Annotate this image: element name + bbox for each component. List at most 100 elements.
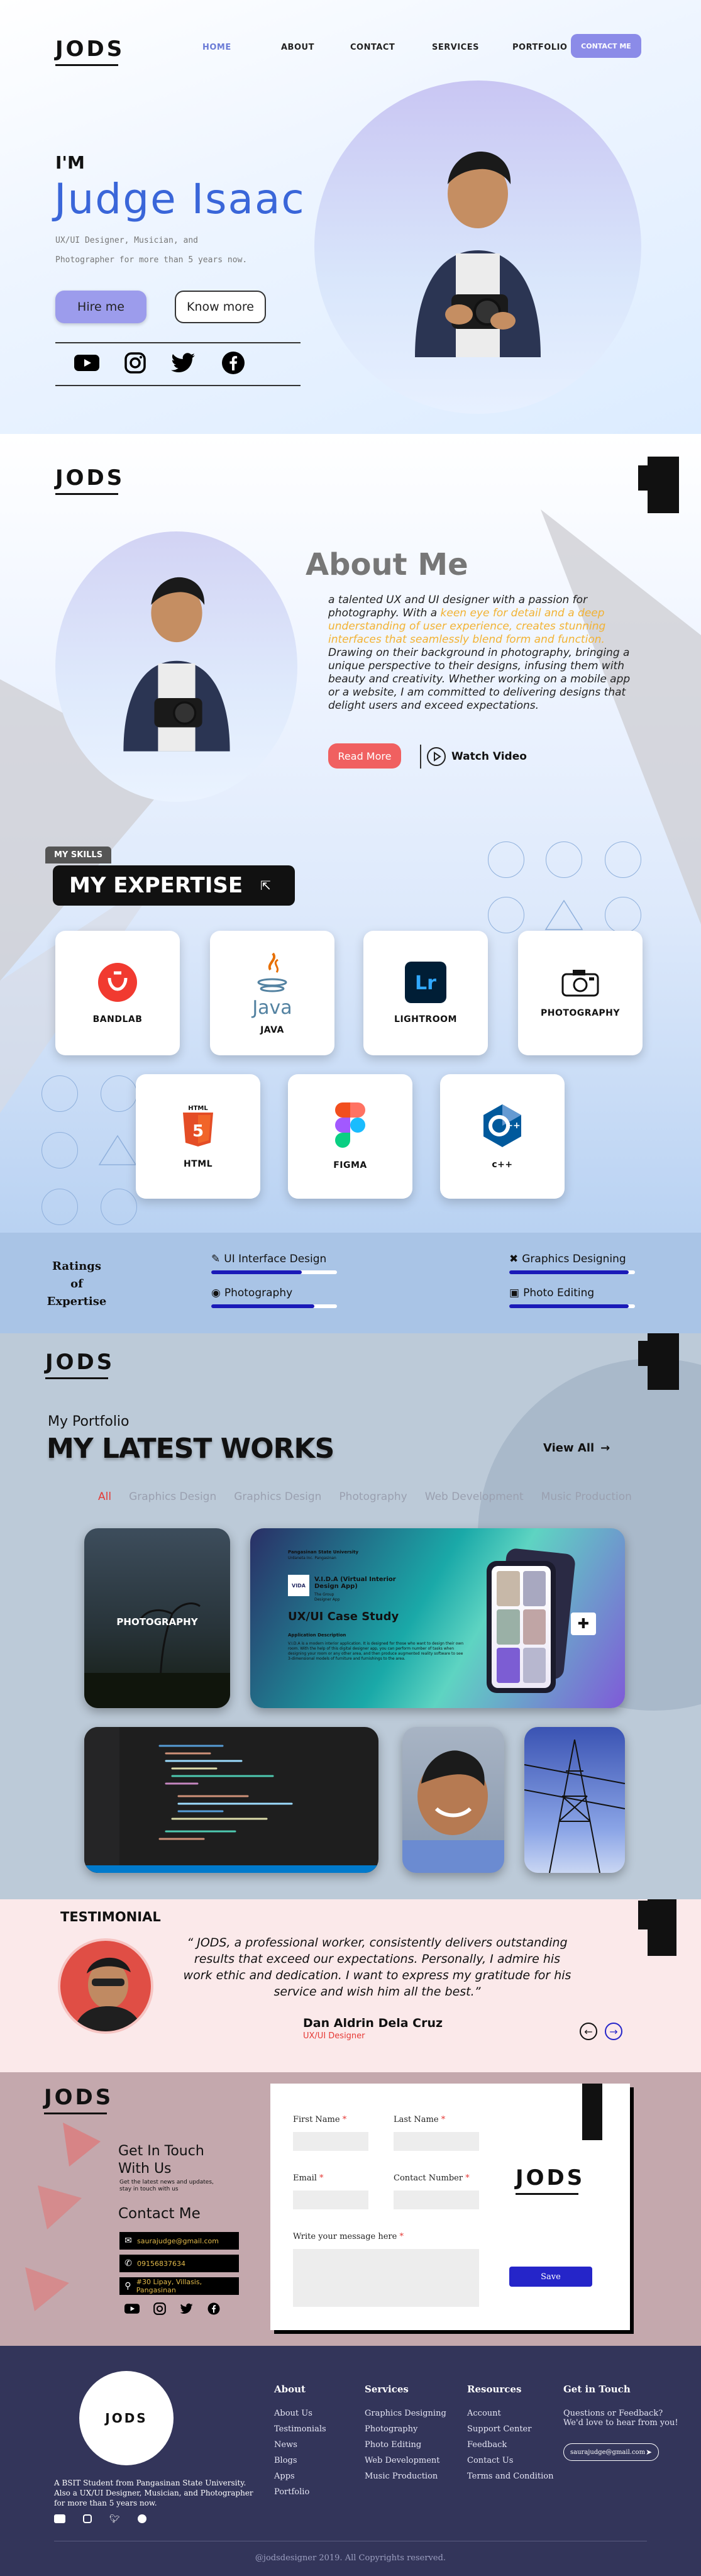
figma-icon [335, 1102, 365, 1148]
phone-mockup-front [487, 1561, 556, 1693]
twitter-icon[interactable] [180, 2303, 194, 2314]
facebook-icon[interactable] [221, 351, 245, 375]
app-thumb [497, 1609, 520, 1645]
footer-link[interactable]: Web Development [365, 2456, 446, 2465]
tab-web-development[interactable]: Web Development [425, 1491, 524, 1503]
contact-number-field[interactable] [394, 2190, 479, 2209]
contact-logo: JODS [44, 2085, 113, 2114]
nav-portfolio[interactable]: PORTFOLIO [512, 43, 567, 52]
footer-link[interactable]: Testimonials [274, 2424, 326, 2434]
case-desc-head: Application Description [288, 1633, 346, 1638]
contact-email[interactable]: ✉ saurajudge@gmail.com [119, 2232, 239, 2250]
portfolio-tile-code[interactable] [84, 1727, 378, 1873]
skill-card-java[interactable]: Java JAVA [210, 931, 334, 1055]
know-more-button[interactable]: Know more [175, 291, 266, 323]
portfolio-tile-tower[interactable] [524, 1727, 625, 1873]
tab-all[interactable]: All [98, 1491, 111, 1503]
footer-email-box[interactable]: saurajudge@gmail.com ➤ [563, 2443, 659, 2461]
skill-card-photography[interactable]: PHOTOGRAPHY [518, 931, 643, 1055]
watch-video-label: Watch Video [451, 750, 527, 763]
contact-me-button[interactable]: CONTACT ME [571, 34, 641, 58]
footer-link[interactable]: Feedback [467, 2440, 553, 2450]
footer-link[interactable]: Portfolio [274, 2487, 326, 2497]
tab-graphics-design[interactable]: Graphics Design [129, 1491, 216, 1503]
watch-video-link[interactable]: Watch Video [420, 745, 527, 769]
footer-link[interactable]: Photo Editing [365, 2440, 446, 2450]
skill-card-cpp[interactable]: ++ c++ [440, 1074, 565, 1199]
skill-card-figma[interactable]: FIGMA [288, 1074, 412, 1199]
portfolio-tile-case-study[interactable]: Pangasinan State University Urdaneta Inc… [250, 1528, 625, 1708]
deco-circle [605, 841, 641, 878]
testimonial-heading: TESTIMONIAL [60, 1909, 161, 1924]
footer-link[interactable]: Photography [365, 2424, 446, 2434]
youtube-icon[interactable] [74, 353, 99, 372]
instagram-icon[interactable] [124, 352, 146, 374]
testimonial-role: UX/UI Designer [303, 2031, 365, 2041]
logo[interactable]: JODS [55, 36, 124, 66]
skill-card-bandlab[interactable]: BANDLAB [55, 931, 180, 1055]
rating-label: Photo Editing [523, 1287, 595, 1299]
case-app-logo: VIDA [288, 1575, 309, 1596]
footer-link[interactable]: Blogs [274, 2456, 326, 2465]
tab-photography[interactable]: Photography [339, 1491, 407, 1503]
youtube-icon[interactable] [124, 2303, 140, 2314]
contact-phone[interactable]: ✆ 09156837634 [119, 2255, 239, 2272]
footer-link[interactable]: Music Production [365, 2472, 446, 2481]
instagram-icon[interactable] [83, 2514, 92, 2523]
footer-link[interactable]: Apps [274, 2472, 326, 2481]
footer-logo-circle: JODS [79, 2371, 174, 2465]
next-arrow-button[interactable]: → [605, 2023, 622, 2040]
footer-services-title: Services [365, 2384, 409, 2395]
send-icon[interactable]: ➤ [646, 2448, 652, 2457]
footer-link[interactable]: News [274, 2440, 326, 2450]
app-thumb [497, 1648, 520, 1683]
footer-link[interactable]: Graphics Designing [365, 2409, 446, 2418]
message-field[interactable] [293, 2249, 479, 2307]
skill-card-html[interactable]: HTML 5 HTML [136, 1074, 260, 1199]
footer-link[interactable]: About Us [274, 2409, 326, 2418]
portfolio-tile-portrait[interactable] [402, 1727, 504, 1873]
image-icon: ▣ [509, 1287, 520, 1299]
facebook-icon[interactable] [207, 2302, 220, 2315]
footer-link[interactable]: Support Center [467, 2424, 553, 2434]
twitter-icon[interactable] [171, 352, 196, 374]
ratings-label-line1: Ratings [52, 1260, 101, 1273]
rating-photo-editing: ▣ Photo Editing [509, 1287, 594, 1299]
twitter-icon[interactable]: 🐦︎ [109, 2514, 120, 2524]
email-field[interactable] [293, 2190, 368, 2209]
prev-arrow-button[interactable]: ← [580, 2023, 597, 2040]
instagram-icon[interactable] [153, 2302, 166, 2315]
nav-services[interactable]: SERVICES [432, 43, 512, 52]
skill-card-label: c++ [492, 1160, 513, 1170]
facebook-icon[interactable] [137, 2514, 146, 2523]
nav-about[interactable]: ABOUT [281, 43, 350, 52]
about-corner-block-2 [638, 465, 657, 491]
nav-contact[interactable]: CONTACT [350, 43, 432, 52]
youtube-icon[interactable] [54, 2514, 65, 2523]
rating-label: UI Interface Design [224, 1253, 327, 1265]
portfolio-subtitle: My Portfolio [48, 1414, 130, 1430]
rating-ui-design: ✎ UI Interface Design [211, 1253, 326, 1265]
portfolio-tile-photography[interactable]: PHOTOGRAPHY [84, 1528, 230, 1708]
contact-address[interactable]: ⚲ #30 Lipay, Villasis, Pangasinan [119, 2277, 239, 2295]
skill-card-lightroom[interactable]: Lr LIGHTROOM [363, 931, 488, 1055]
footer-link[interactable]: Contact Us [467, 2456, 553, 2465]
hire-me-button[interactable]: Hire me [55, 291, 146, 323]
last-name-field[interactable] [394, 2132, 479, 2151]
contact-logo-text: JODS [44, 2085, 114, 2110]
footer-link[interactable]: Account [467, 2409, 553, 2418]
save-button[interactable]: Save [509, 2267, 592, 2287]
view-all-link[interactable]: View All → [543, 1441, 610, 1455]
nav-home[interactable]: HOME [202, 43, 281, 52]
person-illustration [415, 152, 541, 357]
tab-graphics-design-2[interactable]: Graphics Design [234, 1491, 321, 1503]
read-more-button[interactable]: Read More [328, 743, 401, 769]
tab-music-production[interactable]: Music Production [541, 1491, 632, 1503]
ratings-section: Ratings of Expertise ✎ UI Interface Desig… [0, 1233, 701, 1333]
footer-link[interactable]: Terms and Condition [467, 2472, 553, 2481]
view-all-label: View All [543, 1441, 595, 1455]
message-label-text: Write your message here [293, 2232, 397, 2241]
first-name-field[interactable] [293, 2132, 368, 2151]
deco-triangle [544, 899, 583, 930]
get-in-touch-line1: Get In Touch [118, 2143, 204, 2159]
